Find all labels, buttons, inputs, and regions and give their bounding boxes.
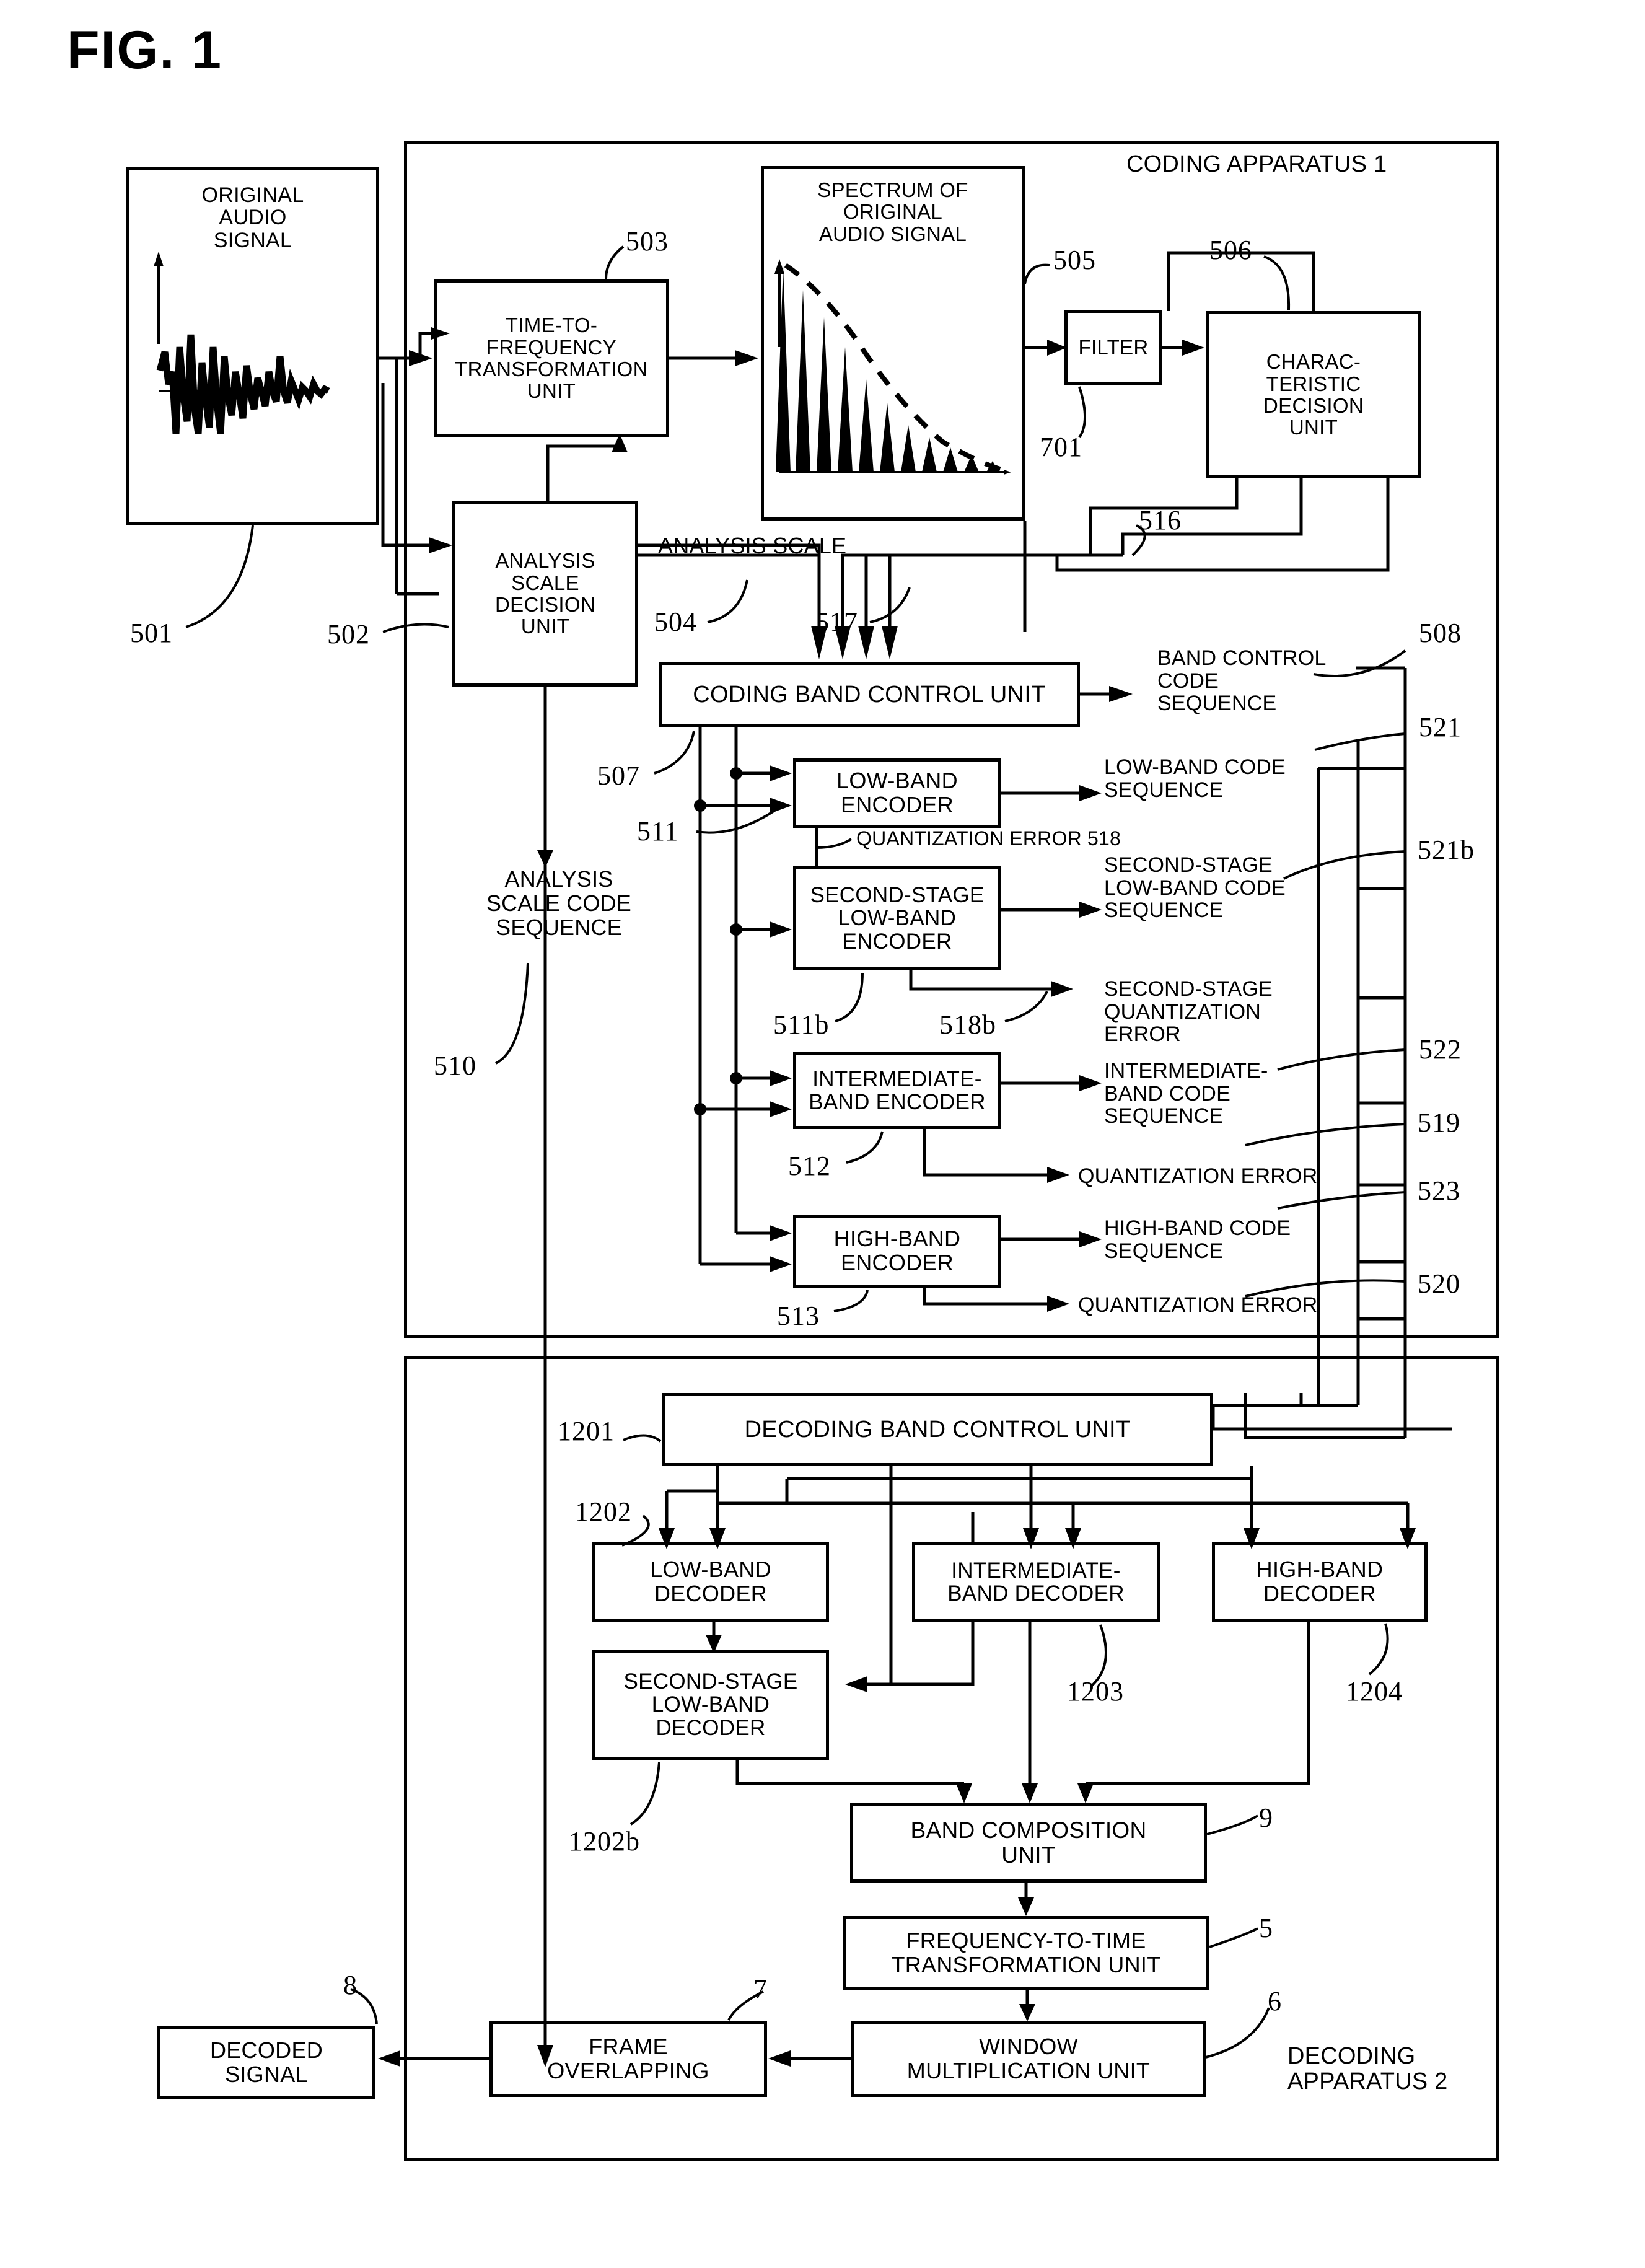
filter-box: FILTER	[1064, 310, 1162, 385]
high-band-code-sequence-annotation: HIGH-BAND CODE SEQUENCE	[1104, 1216, 1291, 1263]
ref-5: 5	[1259, 1913, 1273, 1943]
ref-510: 510	[434, 1050, 476, 1081]
low-band-decoder-label: LOW-BAND DECODER	[650, 1557, 771, 1606]
ref-501: 501	[130, 618, 173, 648]
intermediate-band-encoder: INTERMEDIATE- BAND ENCODER	[793, 1052, 1001, 1129]
coding-band-control-label: CODING BAND CONTROL UNIT	[693, 681, 1046, 708]
second-stage-low-band-decoder-label: SECOND-STAGE LOW-BAND DECODER	[623, 1669, 798, 1740]
ref-512: 512	[788, 1151, 831, 1181]
band-composition-unit: BAND COMPOSITION UNIT	[850, 1803, 1207, 1883]
coding-apparatus-label: CODING APPARATUS 1	[1126, 151, 1387, 177]
ref-511b: 511b	[773, 1009, 830, 1040]
ref-519: 519	[1418, 1107, 1460, 1138]
ref-516: 516	[1139, 505, 1182, 535]
original-audio-signal-label: ORIGINAL AUDIO SIGNAL	[201, 183, 304, 252]
frequency-to-time-label: FREQUENCY-TO-TIME TRANSFORMATION UNIT	[891, 1928, 1161, 1977]
intermediate-band-decoder: INTERMEDIATE- BAND DECODER	[912, 1542, 1160, 1622]
window-multiplication-label: WINDOW MULTIPLICATION UNIT	[906, 2034, 1151, 2083]
spectrum-of-original-audio-signal-box: SPECTRUM OF ORIGINAL AUDIO SIGNAL	[761, 166, 1025, 521]
second-stage-low-band-encoder-label: SECOND-STAGE LOW-BAND ENCODER	[810, 882, 985, 954]
ref-505: 505	[1053, 245, 1096, 275]
low-band-code-sequence-annotation: LOW-BAND CODE SEQUENCE	[1104, 755, 1286, 802]
frame-overlapping-unit: FRAME OVERLAPPING	[489, 2021, 767, 2097]
ref-504: 504	[654, 607, 697, 637]
time-to-frequency-transformation-unit: TIME-TO- FREQUENCY TRANSFORMATION UNIT	[434, 279, 669, 437]
decoded-signal-label: DECODED SIGNAL	[209, 2037, 323, 2087]
ref-521: 521	[1419, 712, 1462, 742]
low-band-encoder: LOW-BAND ENCODER	[793, 758, 1001, 828]
decoding-band-control-label: DECODING BAND CONTROL UNIT	[744, 1416, 1131, 1443]
ref-9: 9	[1259, 1803, 1273, 1833]
ref-7: 7	[753, 1974, 768, 2004]
ref-513: 513	[777, 1301, 820, 1331]
ref-518b: 518b	[939, 1009, 996, 1040]
ref-506: 506	[1209, 235, 1252, 265]
characteristic-decision-label: CHARAC- TERISTIC DECISION UNIT	[1263, 350, 1364, 439]
quantization-error-518-annotation: QUANTIZATION ERROR 518	[856, 827, 1121, 850]
frame-overlapping-label: FRAME OVERLAPPING	[547, 2034, 709, 2083]
figure-title: FIG. 1	[67, 20, 222, 80]
decoding-apparatus-label: DECODING APPARATUS 2	[1287, 2043, 1448, 2095]
low-band-encoder-label: LOW-BAND ENCODER	[836, 768, 958, 817]
time-to-frequency-label: TIME-TO- FREQUENCY TRANSFORMATION UNIT	[455, 314, 648, 403]
high-band-encoder: HIGH-BAND ENCODER	[793, 1215, 1001, 1288]
decoded-signal-box: DECODED SIGNAL	[157, 2026, 375, 2099]
high-band-encoder-label: HIGH-BAND ENCODER	[833, 1226, 961, 1275]
second-stage-low-band-encoder: SECOND-STAGE LOW-BAND ENCODER	[793, 866, 1001, 970]
band-composition-label: BAND COMPOSITION UNIT	[910, 1817, 1147, 1868]
ref-520: 520	[1418, 1268, 1460, 1299]
ref-521b: 521b	[1418, 835, 1475, 865]
ref-6: 6	[1268, 1986, 1282, 2016]
ref-1203: 1203	[1067, 1676, 1124, 1707]
ref-523: 523	[1418, 1176, 1460, 1206]
ref-8: 8	[343, 1970, 358, 2000]
ref-517: 517	[815, 607, 858, 637]
window-multiplication-unit: WINDOW MULTIPLICATION UNIT	[851, 2021, 1206, 2097]
quantization-error-intermediate-annotation: QUANTIZATION ERROR	[1078, 1164, 1318, 1188]
second-stage-low-band-code-sequence-annotation: SECOND-STAGE LOW-BAND CODE SEQUENCE	[1104, 853, 1286, 923]
spectrum-label: SPECTRUM OF ORIGINAL AUDIO SIGNAL	[817, 178, 968, 245]
decoding-band-control-unit: DECODING BAND CONTROL UNIT	[662, 1393, 1213, 1466]
analysis-scale-decision-unit: ANALYSIS SCALE DECISION UNIT	[452, 501, 638, 687]
coding-band-control-unit: CODING BAND CONTROL UNIT	[659, 662, 1080, 727]
quantization-error-high-annotation: QUANTIZATION ERROR	[1078, 1293, 1318, 1317]
ref-503: 503	[626, 226, 669, 257]
frequency-to-time-transformation-unit: FREQUENCY-TO-TIME TRANSFORMATION UNIT	[843, 1916, 1209, 1990]
high-band-decoder-label: HIGH-BAND DECODER	[1256, 1557, 1384, 1606]
characteristic-decision-unit: CHARAC- TERISTIC DECISION UNIT	[1206, 311, 1421, 478]
analysis-scale-annotation: ANALYSIS SCALE	[658, 533, 847, 558]
ref-507: 507	[597, 760, 640, 791]
intermediate-band-encoder-label: INTERMEDIATE- BAND ENCODER	[809, 1066, 986, 1114]
ref-1202: 1202	[575, 1497, 632, 1527]
analysis-scale-code-sequence-annotation: ANALYSIS SCALE CODE SEQUENCE	[486, 866, 632, 940]
original-audio-signal-box: ORIGINAL AUDIO SIGNAL	[126, 167, 379, 525]
ref-1201: 1201	[558, 1416, 615, 1446]
ref-502: 502	[327, 619, 370, 649]
low-band-decoder: LOW-BAND DECODER	[592, 1542, 829, 1622]
high-band-decoder: HIGH-BAND DECODER	[1212, 1542, 1428, 1622]
analysis-scale-decision-label: ANALYSIS SCALE DECISION UNIT	[495, 549, 595, 638]
intermediate-band-decoder-label: INTERMEDIATE- BAND DECODER	[947, 1558, 1125, 1606]
intermediate-band-code-sequence-annotation: INTERMEDIATE- BAND CODE SEQUENCE	[1104, 1059, 1268, 1128]
leader-501	[185, 525, 254, 628]
figure-page: FIG. 1 CODING APPARATUS 1 DECODING APPAR…	[0, 0, 1645, 2268]
ref-701: 701	[1040, 432, 1082, 462]
band-control-code-sequence-annotation: BAND CONTROL CODE SEQUENCE	[1157, 646, 1327, 716]
ref-522: 522	[1419, 1034, 1462, 1065]
second-stage-low-band-decoder: SECOND-STAGE LOW-BAND DECODER	[592, 1650, 829, 1760]
ref-1202b: 1202b	[569, 1826, 640, 1857]
second-stage-quantization-error-annotation: SECOND-STAGE QUANTIZATION ERROR	[1104, 977, 1273, 1047]
filter-label: FILTER	[1078, 336, 1149, 359]
ref-511: 511	[637, 816, 679, 846]
ref-1204: 1204	[1346, 1676, 1403, 1707]
ref-508: 508	[1419, 618, 1462, 648]
